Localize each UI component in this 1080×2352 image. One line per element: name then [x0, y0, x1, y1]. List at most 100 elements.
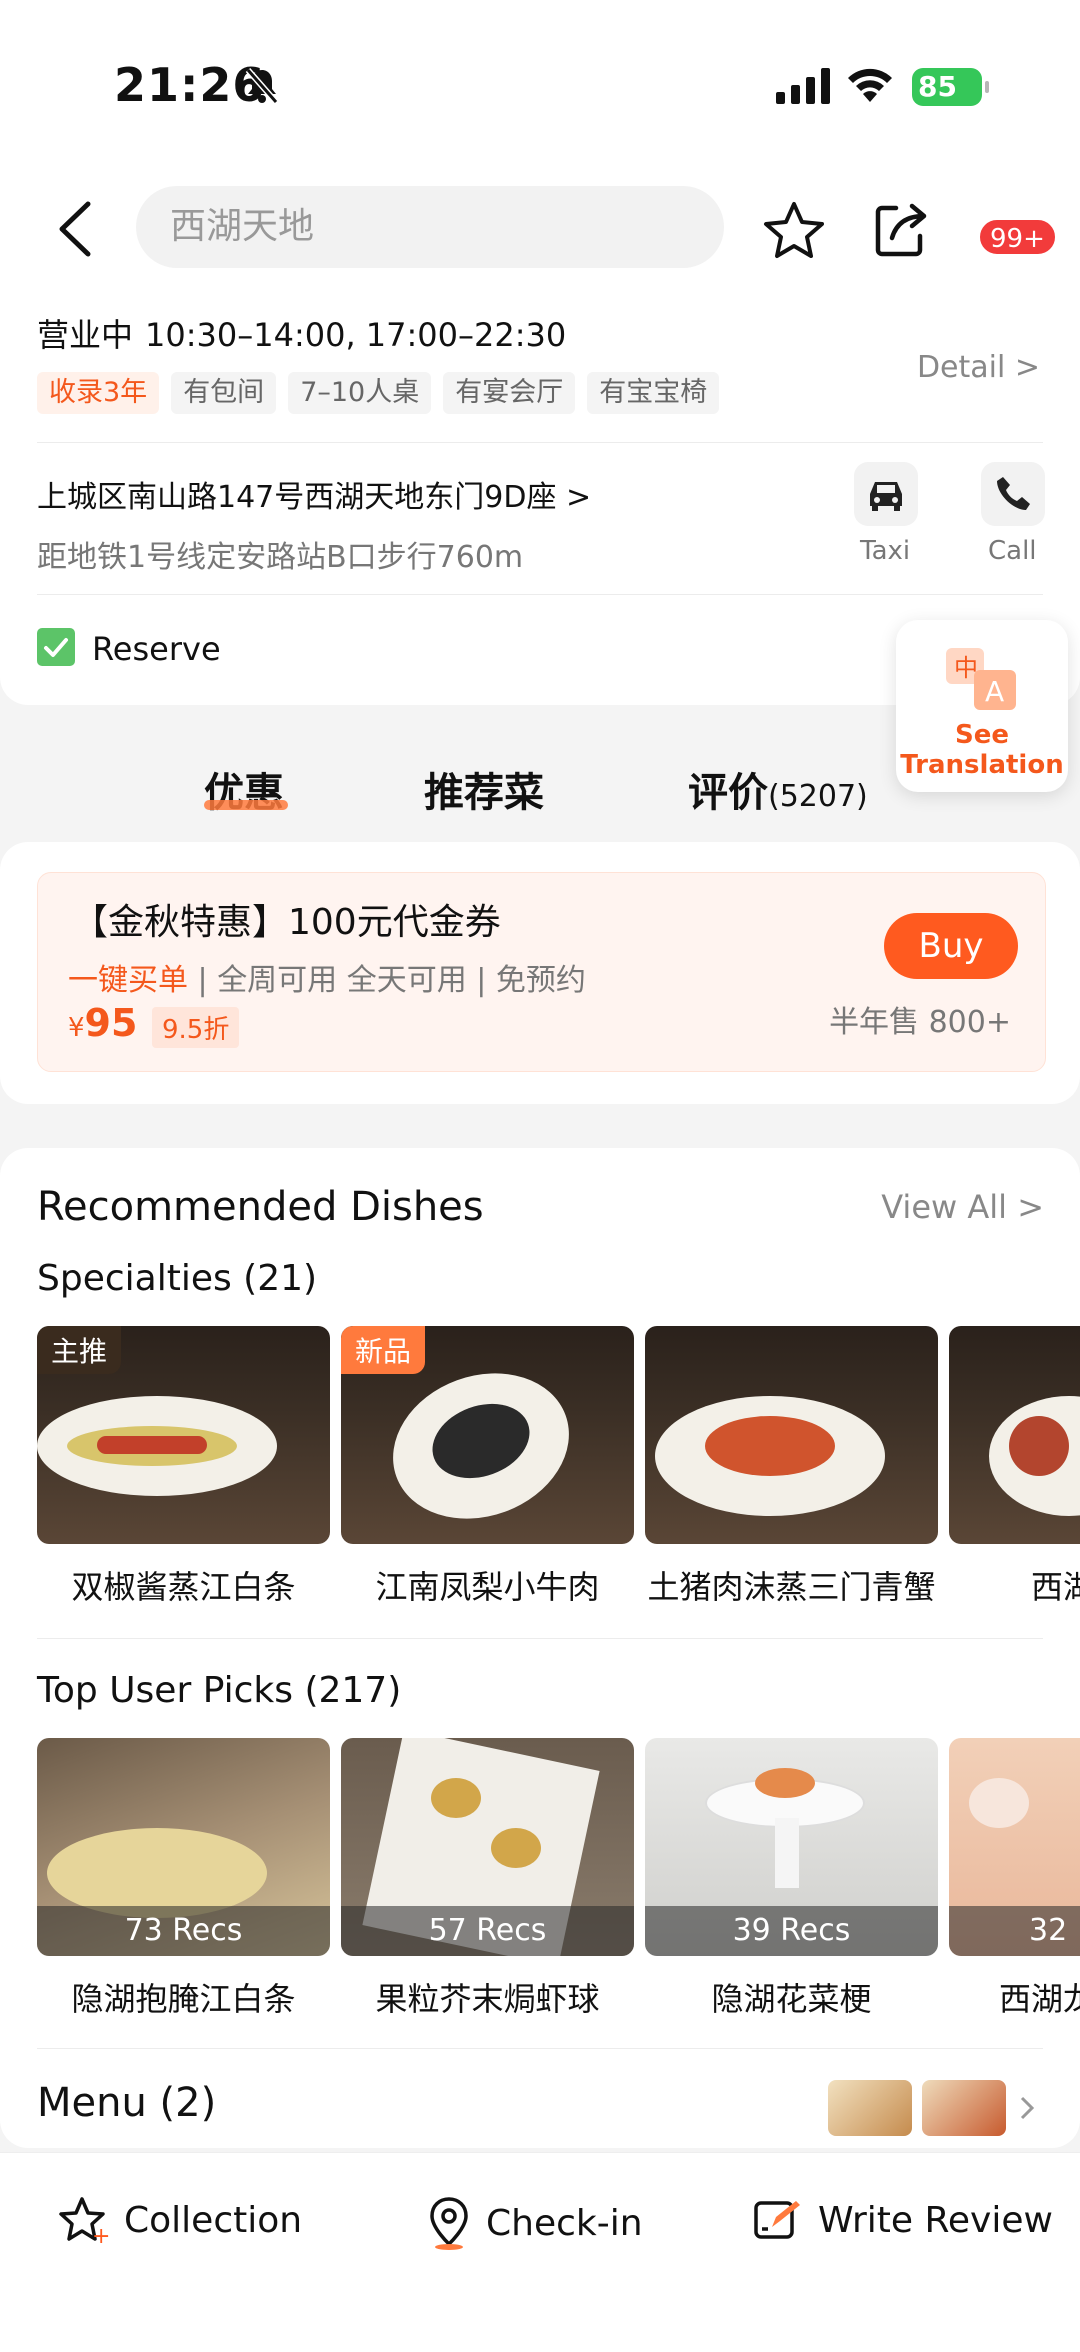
voucher-terms-1: 全周可用 全天可用: [217, 963, 467, 998]
tab-dishes[interactable]: 推荐菜: [424, 760, 544, 818]
dish-card[interactable]: 57 Recs 果粒芥末焗虾球: [341, 1738, 634, 2020]
write-review-button[interactable]: Write Review: [752, 2195, 1053, 2245]
collection-star-icon: +: [59, 2197, 110, 2245]
checkin-label: Check-in: [486, 2202, 643, 2244]
section-tabs: 优惠 推荐菜 评价(5207): [0, 740, 1080, 840]
detail-link[interactable]: Detail >: [917, 350, 1040, 385]
taxi-button[interactable]: [854, 462, 918, 526]
recs-count: 39 Recs: [645, 1906, 938, 1956]
dish-photo: 32: [949, 1738, 1080, 1956]
bottom-action-bar: + Collection Check-in Write Review: [0, 2152, 1080, 2352]
view-all-link[interactable]: View All >: [881, 1188, 1044, 1226]
active-tab-indicator: [204, 800, 288, 810]
dish-photo: 新品: [341, 1326, 634, 1544]
wifi-icon: [848, 68, 892, 102]
voucher-price: ¥95: [68, 1001, 137, 1045]
dish-tag: 新品: [341, 1326, 426, 1374]
dish-name: 西湖龙: [999, 1980, 1080, 2018]
dish-photo: [645, 1326, 938, 1544]
notification-badge: 99+: [978, 218, 1057, 256]
dish-tag: 主推: [37, 1326, 122, 1374]
sold-count: 半年售 800+: [829, 1005, 1011, 1040]
svg-text:+: +: [92, 2224, 110, 2245]
user-picks-row: 73 Recs 隐湖抱腌江白条 57 Recs 果粒芥末焗虾球 39 Recs …: [37, 1738, 1080, 2020]
tag-item: 7–10人桌: [288, 372, 432, 414]
chevron-right-icon[interactable]: [1018, 2094, 1038, 2122]
dish-name: 隐湖花菜梗: [711, 1980, 872, 2018]
car-icon: [870, 482, 902, 511]
user-picks-title: Top User Picks (217): [37, 1670, 402, 1711]
recs-count: 73 Recs: [37, 1906, 330, 1956]
dish-name: 双椒酱蒸江白条: [71, 1568, 296, 1606]
dish-photo: 57 Recs: [341, 1738, 634, 1956]
metro-distance: 距地铁1号线定安路站B口步行760m: [37, 540, 524, 575]
dish-card[interactable]: 主推 双椒酱蒸江白条: [37, 1326, 330, 1608]
bell-mute-icon: [245, 68, 279, 104]
divider: [37, 442, 1043, 443]
divider: [37, 1638, 1043, 1639]
hours-text: 10:30–14:00, 17:00–22:30: [145, 316, 567, 354]
battery-indicator: 85: [912, 68, 989, 106]
dish-card[interactable]: 土猪肉沫蒸三门青蟹: [645, 1326, 938, 1608]
address-link[interactable]: 上城区南山路147号西湖天地东门9D座 >: [37, 472, 591, 516]
collection-button[interactable]: + Collection: [58, 2195, 302, 2245]
tag-item: 有宝宝椅: [587, 372, 720, 414]
voucher-terms-2: 免预约: [495, 963, 586, 998]
dish-name: 果粒芥末焗虾球: [375, 1980, 600, 2018]
dish-card[interactable]: 西湖: [949, 1326, 1080, 1608]
feature-tags: 收录3年 有包间 7–10人桌 有宴会厅 有宝宝椅: [37, 372, 720, 414]
back-icon[interactable]: [48, 198, 104, 260]
status-bar: 21:26 85: [0, 0, 1080, 150]
dish-card[interactable]: 39 Recs 隐湖花菜梗: [645, 1738, 938, 2020]
discount-badge: 9.5折: [152, 1007, 240, 1048]
dish-card[interactable]: 32 西湖龙: [949, 1738, 1080, 2020]
location-pin-icon: [430, 2197, 468, 2250]
taxi-label: Taxi: [860, 536, 911, 566]
svg-text:A: A: [985, 675, 1004, 708]
dish-card[interactable]: 新品 江南凤梨小牛肉: [341, 1326, 634, 1608]
dish-name: 隐湖抱腌江白条: [71, 1980, 296, 2018]
search-input[interactable]: 西湖天地: [136, 186, 724, 268]
translate-icon: 中A: [946, 648, 1016, 710]
menu-thumbnail[interactable]: [922, 2080, 1006, 2136]
buy-button[interactable]: Buy: [884, 913, 1018, 979]
favorite-star-icon[interactable]: [762, 200, 826, 260]
tag-item: 有宴会厅: [443, 372, 576, 414]
call-label: Call: [988, 536, 1037, 566]
call-button[interactable]: [981, 462, 1045, 526]
section-title: Recommended Dishes: [37, 1184, 484, 1230]
edit-review-icon: [754, 2201, 800, 2239]
open-status: 营业中: [37, 316, 134, 354]
tab-reviews-count: (5207): [768, 779, 868, 814]
dish-name: 江南凤梨小牛肉: [375, 1568, 600, 1606]
checkin-button[interactable]: Check-in: [426, 2195, 643, 2251]
voucher-terms: 一键买单 | 全周可用 全天可用 | 免预约: [68, 963, 586, 998]
reserve-check-icon[interactable]: [37, 628, 75, 666]
phone-icon: [997, 477, 1030, 510]
tab-reviews-label: 评价: [688, 770, 768, 816]
divider: [37, 2048, 1043, 2049]
voucher-card[interactable]: 【金秋特惠】100元代金券 一键买单 | 全周可用 全天可用 | 免预约 ¥95…: [37, 872, 1046, 1072]
share-icon[interactable]: [872, 198, 930, 258]
write-review-label: Write Review: [818, 2199, 1053, 2241]
recs-count: 57 Recs: [341, 1906, 634, 1956]
recs-count: 32: [949, 1906, 1080, 1956]
dish-photo: [949, 1326, 1080, 1544]
business-hours: 营业中 10:30–14:00, 17:00–22:30: [37, 310, 566, 356]
dish-card[interactable]: 73 Recs 隐湖抱腌江白条: [37, 1738, 330, 2020]
tab-reviews[interactable]: 评价(5207): [688, 760, 868, 818]
dish-photo: 主推: [37, 1326, 330, 1544]
reserve-label[interactable]: Reserve: [92, 630, 221, 668]
specialties-row: 主推 双椒酱蒸江白条 新品 江南凤梨小牛肉 土猪肉沫蒸三门青蟹 西湖: [37, 1326, 1080, 1608]
status-time: 21:26: [114, 58, 266, 112]
voucher-title: 【金秋特惠】100元代金券: [72, 902, 501, 943]
dish-photo: 39 Recs: [645, 1738, 938, 1956]
price-value: 95: [84, 1001, 138, 1045]
signal-icon: [776, 68, 830, 104]
dish-photo: 73 Recs: [37, 1738, 330, 1956]
tag-item: 收录3年: [37, 372, 160, 414]
tag-item: 有包间: [171, 372, 277, 414]
specialties-title: Specialties (21): [37, 1258, 318, 1299]
menu-title[interactable]: Menu (2): [37, 2080, 216, 2126]
menu-thumbnail[interactable]: [828, 2080, 912, 2136]
